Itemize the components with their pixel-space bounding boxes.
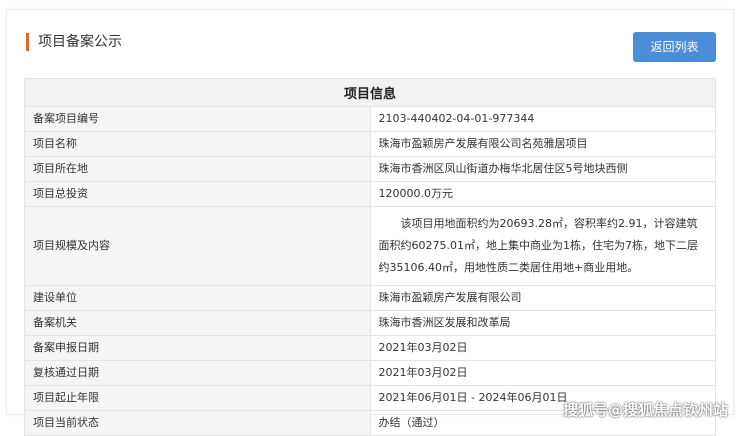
row-value: 2021年03月02日 [369, 335, 716, 361]
row-value: 珠海市香洲区发展和改革局 [369, 310, 716, 336]
back-to-list-button[interactable]: 返回列表 [633, 32, 716, 62]
table-row: 项目名称 珠海市盈颖房产发展有限公司名苑雅居项目 [24, 131, 716, 157]
row-value: 2103-440402-04-01-977344 [369, 106, 716, 132]
row-label: 项目名称 [24, 131, 371, 157]
row-label: 复核通过日期 [24, 360, 371, 386]
row-label: 项目规模及内容 [24, 206, 371, 286]
table-row: 备案项目编号 2103-440402-04-01-977344 [24, 106, 716, 132]
row-value: 120000.0万元 [369, 181, 716, 207]
table-row: 项目总投资 120000.0万元 [24, 181, 716, 207]
row-value-description: 该项目用地面积约为20693.28㎡，容积率约2.91，计容建筑面积约60275… [369, 206, 716, 286]
table-row: 项目规模及内容 该项目用地面积约为20693.28㎡，容积率约2.91，计容建筑… [24, 206, 716, 286]
watermark: 搜狐号@搜狐焦点钦州站 [562, 401, 728, 419]
table-row: 项目所在地 珠海市香洲区凤山街道办梅华北居住区5号地块西侧 [24, 156, 716, 182]
table-row: 建设单位 珠海市盈颖房产发展有限公司 [24, 285, 716, 311]
description-text: 该项目用地面积约为20693.28㎡，容积率约2.91，计容建筑面积约60275… [378, 217, 698, 274]
row-value: 珠海市盈颖房产发展有限公司 [369, 285, 716, 311]
row-label: 项目总投资 [24, 181, 371, 207]
row-value: 珠海市香洲区凤山街道办梅华北居住区5号地块西侧 [369, 156, 716, 182]
row-label: 备案机关 [24, 310, 371, 336]
table-heading: 项目信息 [24, 78, 716, 107]
page-title: 项目备案公示 [26, 33, 122, 51]
row-label: 建设单位 [24, 285, 371, 311]
row-label: 备案申报日期 [24, 335, 371, 361]
row-label: 备案项目编号 [24, 106, 371, 132]
row-value: 珠海市盈颖房产发展有限公司名苑雅居项目 [369, 131, 716, 157]
row-value: 2021年03月02日 [369, 360, 716, 386]
table-row: 备案机关 珠海市香洲区发展和改革局 [24, 310, 716, 336]
project-info-table: 项目信息 备案项目编号 2103-440402-04-01-977344 项目名… [24, 78, 716, 436]
table-row: 复核通过日期 2021年03月02日 [24, 360, 716, 386]
table-row: 备案申报日期 2021年03月02日 [24, 335, 716, 361]
row-label: 项目当前状态 [24, 410, 371, 436]
row-label: 项目起止年限 [24, 385, 371, 411]
row-label: 项目所在地 [24, 156, 371, 182]
